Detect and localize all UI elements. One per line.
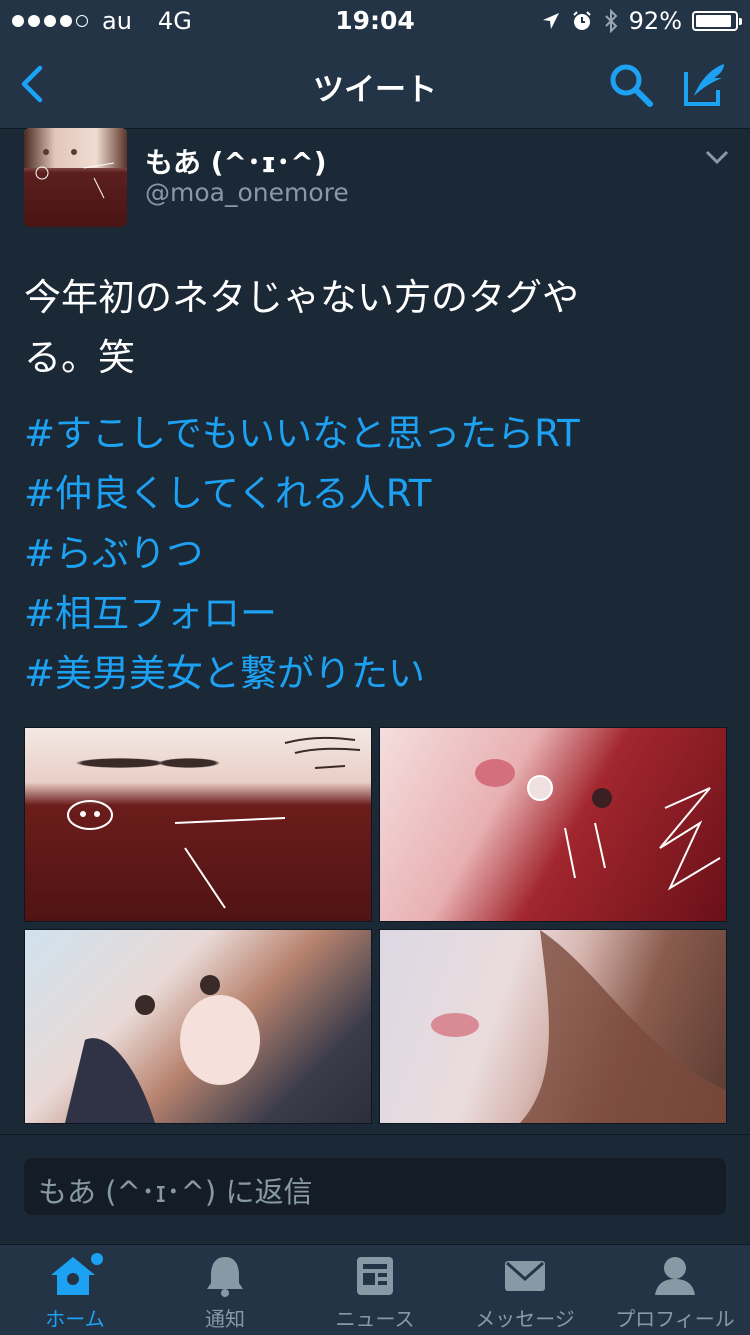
battery-percent: 92% (628, 7, 682, 35)
tab-bar: ホーム 通知 ニュース メッセージ プロフィール (0, 1244, 750, 1335)
tab-label: ホーム (45, 1307, 105, 1331)
tweet-photo-2[interactable] (379, 727, 727, 922)
display-name[interactable]: もあ (^･ɪ･^) (145, 141, 327, 181)
hashtag-link[interactable]: #仲良くしてくれる人RT (24, 464, 724, 524)
avatar[interactable] (24, 128, 127, 227)
tweet-text-line: る。笑 (24, 336, 135, 379)
tab-label: メッセージ (475, 1307, 575, 1331)
status-right: 92% (541, 7, 742, 35)
hashtag-list: #すこしでもいいなと思ったらRT #仲良くしてくれる人RT #らぶりつ #相互フ… (24, 404, 724, 704)
location-arrow-icon (542, 13, 559, 29)
tweet-photo-1[interactable] (24, 727, 372, 922)
tweet-text: 今年初のネタじゃない方のタグや る。笑 (24, 268, 714, 388)
tab-messages[interactable]: メッセージ (450, 1245, 600, 1335)
tweet-text-line: 今年初のネタじゃない方のタグや (24, 276, 579, 319)
tweet-photo-3[interactable] (24, 929, 372, 1124)
hashtag-link[interactable]: #らぶりつ (24, 524, 724, 584)
hashtag-link[interactable]: #すこしでもいいなと思ったらRT (24, 404, 724, 464)
bell-icon (207, 1257, 243, 1297)
reply-input[interactable]: もあ (^･ɪ･^) に返信 (24, 1158, 726, 1215)
status-bar: au 4G 19:04 92% (0, 0, 750, 40)
tab-home[interactable]: ホーム (0, 1245, 150, 1335)
home-icon (51, 1253, 103, 1295)
tab-profile[interactable]: プロフィール (600, 1245, 750, 1335)
alarm-icon (572, 11, 591, 30)
envelope-icon (505, 1261, 545, 1291)
tab-label: プロフィール (615, 1307, 735, 1331)
battery-icon (692, 11, 742, 31)
tweet-photo-4[interactable] (379, 929, 727, 1124)
user-handle[interactable]: @moa_onemore (145, 178, 349, 207)
compose-icon[interactable] (682, 60, 730, 108)
tab-news[interactable]: ニュース (300, 1245, 450, 1335)
hashtag-link[interactable]: #美男美女と繋がりたい (24, 644, 724, 704)
navigation-bar: ツイート (0, 40, 750, 129)
tab-label: 通知 (205, 1307, 245, 1331)
tab-notifications[interactable]: 通知 (150, 1245, 300, 1335)
tab-label: ニュース (335, 1307, 415, 1331)
chevron-down-icon[interactable] (704, 148, 730, 166)
news-icon (357, 1257, 393, 1295)
bluetooth-icon (604, 9, 618, 33)
hashtag-link[interactable]: #相互フォロー (24, 584, 724, 644)
search-icon[interactable] (608, 62, 654, 108)
profile-icon (655, 1257, 695, 1295)
